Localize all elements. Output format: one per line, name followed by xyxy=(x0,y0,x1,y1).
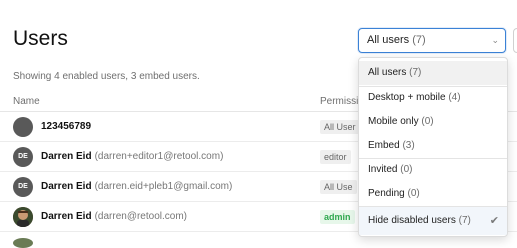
menu-item-desktop-mobile[interactable]: Desktop + mobile (4) xyxy=(359,86,507,110)
user-name: Darren Eid (darren.eid+pleb1@gmail.com) xyxy=(41,181,233,192)
user-email: (darren@retool.com) xyxy=(94,211,187,222)
permission-tag: editor xyxy=(320,150,351,164)
avatar-photo xyxy=(13,207,33,227)
check-icon: ✔ xyxy=(489,215,499,227)
filter-count: (7) xyxy=(412,34,426,46)
user-filter-menu: All users (7) Desktop + mobile (4) Mobil… xyxy=(358,57,508,237)
menu-item-hide-disabled-users[interactable]: Hide disabled users (7) ✔ xyxy=(359,207,507,235)
menu-item-mobile-only[interactable]: Mobile only (0) xyxy=(359,110,507,134)
menu-item-invited[interactable]: Invited (0) xyxy=(359,158,507,182)
avatar: DE xyxy=(13,177,33,197)
chevron-down-icon: ⌄ xyxy=(491,35,499,45)
user-name: Darren Eid (darren+editor1@retool.com) xyxy=(41,151,224,162)
menu-item-all-users[interactable]: All users (7) xyxy=(359,61,507,85)
permission-tag: admin xyxy=(320,210,355,224)
menu-item-pending[interactable]: Pending (0) xyxy=(359,182,507,206)
avatar xyxy=(13,117,33,137)
avatar xyxy=(13,238,33,248)
add-user-button[interactable] xyxy=(513,28,517,53)
user-email: (darren+editor1@retool.com) xyxy=(94,151,224,162)
menu-item-embed[interactable]: Embed (3) xyxy=(359,134,507,158)
users-summary: Showing 4 enabled users, 3 embed users. xyxy=(13,71,200,82)
user-name: 123456789 xyxy=(41,121,92,132)
permission-tag: All User xyxy=(320,120,360,134)
page-title: Users xyxy=(13,27,68,50)
permission-tag: All Use xyxy=(320,180,357,194)
avatar: DE xyxy=(13,147,33,167)
user-email: (darren.eid+pleb1@gmail.com) xyxy=(94,181,233,192)
user-name: Darren Eid (darren@retool.com) xyxy=(41,211,187,222)
user-filter-select[interactable]: All users (7) ⌄ xyxy=(358,28,506,53)
column-header-permissions[interactable]: Permissi xyxy=(320,96,358,107)
column-header-name[interactable]: Name xyxy=(13,96,40,107)
avatar xyxy=(13,207,33,227)
filter-label: All users xyxy=(367,34,410,46)
